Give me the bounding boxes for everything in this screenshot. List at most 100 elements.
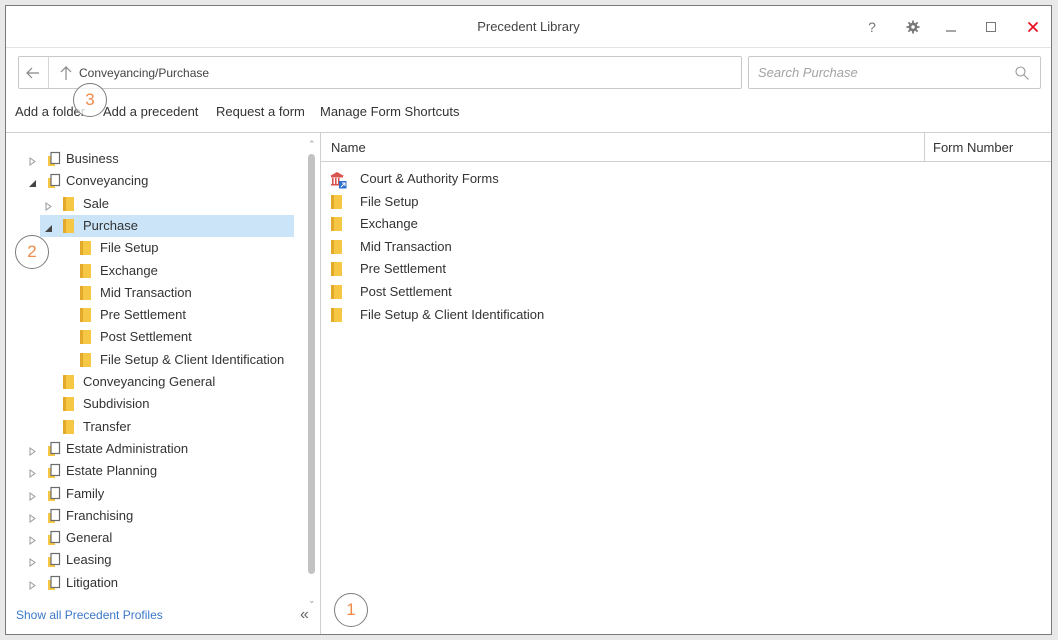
annotation-marker-2: 2 [15,235,49,269]
tree-item[interactable]: Business [6,148,296,170]
manage-form-shortcuts-button[interactable]: Manage Form Shortcuts [320,104,459,119]
list-item-name: Pre Settlement [360,261,446,277]
tree-item[interactable]: Purchase [40,214,294,237]
up-button[interactable] [55,62,77,84]
list-item[interactable]: Pre Settlement [321,258,1051,280]
tree-item[interactable]: File Setup [6,237,296,259]
add-precedent-button[interactable]: Add a precedent [103,104,198,119]
tree-item[interactable]: File Setup & Client Identification [6,349,296,371]
annotation-marker-3: 3 [73,83,107,117]
book-icon [46,173,62,189]
collapse-arrow-icon[interactable] [28,489,37,501]
collapse-arrow-icon[interactable] [28,511,37,523]
double-chevron-left-icon: « [300,606,309,623]
tree-item[interactable]: Estate Planning [6,460,296,482]
list-header: Name Form Number [321,133,1051,162]
minimize-icon [946,30,956,32]
collapse-arrow-icon[interactable] [44,199,53,211]
search-icon[interactable] [1014,65,1030,81]
folder-icon [61,396,77,412]
expand-arrow-icon[interactable] [44,221,53,232]
tree-item-label: Purchase [83,217,138,233]
collapse-arrow-icon[interactable] [28,578,37,590]
list-item[interactable]: File Setup [321,191,1051,213]
list-item[interactable]: File Setup & Client Identification [321,304,1051,326]
collapse-arrow-icon[interactable] [28,154,37,166]
column-separator[interactable] [924,133,925,162]
book-icon [46,486,62,502]
tree-item-label: General [66,530,113,546]
tree-item[interactable]: General [6,527,296,549]
breadcrumb-path[interactable]: Conveyancing/Purchase [79,66,209,80]
collapse-arrow-icon[interactable] [28,555,37,568]
folder-icon [329,239,345,255]
scroll-thumb[interactable] [308,154,315,574]
book-icon [46,552,62,568]
folder-icon [329,307,345,323]
folder-icon [78,263,94,279]
tree-item-label: Estate Planning [66,463,158,479]
list-item[interactable]: Mid Transaction [321,236,1051,258]
tree-item[interactable]: Post Settlement [6,326,296,348]
folder-icon [329,216,345,232]
help-button[interactable]: ? [858,14,886,40]
tree-item[interactable]: Pre Settlement [6,304,296,326]
tree-item[interactable]: Subdivision [6,393,296,415]
help-icon: ? [868,19,876,35]
scroll-down-icon[interactable]: ⌄ [308,595,316,606]
settings-button[interactable] [899,14,927,40]
list-item[interactable]: Post Settlement [321,281,1051,303]
folder-icon [61,218,77,234]
folder-icon [61,374,77,390]
tree-item-label: Conveyancing General [83,374,216,389]
tree-item[interactable]: Estate Administration [6,438,296,460]
tree-scrollbar[interactable]: ⌃ ⌄ [308,139,316,614]
collapse-arrow-icon[interactable] [28,444,37,456]
tree-item-label: Family [66,485,105,501]
tree-item[interactable]: Leasing [6,549,296,571]
tree-item[interactable]: Transfer [6,416,296,438]
address-separator [48,57,49,88]
folder-icon [61,419,77,435]
tree-item[interactable]: Franchising [6,505,296,527]
list-item-name: Mid Transaction [360,238,452,254]
book-icon [46,463,62,479]
list-item[interactable]: Exchange [321,213,1051,235]
book-icon [46,530,62,546]
list-item[interactable]: Court & Authority Forms [321,168,1051,190]
close-button[interactable] [1019,14,1047,40]
request-form-button[interactable]: Request a form [216,104,305,119]
search-input[interactable] [749,57,1009,88]
tree-item[interactable]: Family [6,483,296,505]
tree-item[interactable]: Conveyancing General [6,371,296,393]
expand-arrow-icon[interactable] [28,176,37,188]
collapse-arrow-icon[interactable] [28,533,37,546]
collapse-pane-button[interactable]: « [300,606,316,626]
list-item-name: File Setup [360,193,419,209]
show-all-profiles-link[interactable]: Show all Precedent Profiles [16,608,163,622]
scroll-up-icon[interactable]: ⌃ [308,139,316,150]
tree-item[interactable]: Exchange [6,260,296,282]
search-box [748,56,1041,89]
tree-item[interactable]: Conveyancing [6,170,296,192]
tree-item[interactable]: Sale [6,193,296,215]
column-header-name[interactable]: Name [331,140,366,155]
maximize-button[interactable] [977,14,1005,40]
toolbar: Add a folder Add a precedent Request a f… [6,102,1051,126]
tree-item-label: Litigation [66,574,119,590]
tree-item[interactable]: Litigation [6,572,296,594]
column-header-form-number[interactable]: Form Number [933,140,1013,155]
tree-item[interactable]: Mid Transaction [6,282,296,304]
back-button[interactable] [22,62,44,84]
tree-item-label: Estate Administration [66,440,189,456]
gear-icon [906,20,920,34]
list-item-name: Exchange [360,216,418,232]
minimize-button[interactable] [937,14,965,40]
tree-item-label: Franchising [66,507,134,523]
folder-icon [78,240,94,256]
collapse-arrow-icon[interactable] [28,466,37,479]
folder-icon [78,285,94,301]
window-title: Precedent Library [477,19,580,34]
folder-tree: Business Conveyancing Sale Purchase File Set… [6,133,320,598]
tree-item-label: Business [66,151,119,166]
